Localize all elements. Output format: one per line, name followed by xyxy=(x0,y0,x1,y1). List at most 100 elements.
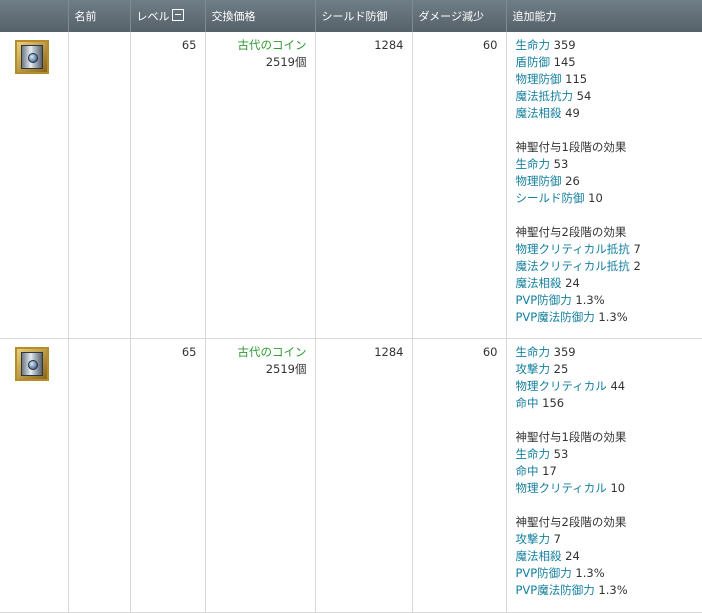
ability-name[interactable]: シールド防御 xyxy=(516,191,585,205)
ability-name[interactable]: 生命力 xyxy=(516,38,551,52)
header-extra-ability[interactable]: 追加能力 xyxy=(506,0,702,32)
shield-icon[interactable] xyxy=(15,40,49,74)
ability-value: 53 xyxy=(553,447,569,461)
shield-icon[interactable] xyxy=(15,347,49,381)
enchant-tier2-heading: 神聖付与2段階の効果 xyxy=(515,515,627,529)
ability-line: 魔法クリティカル抵抗 2 xyxy=(516,258,699,275)
damage-reduction-cell: 60 xyxy=(412,338,507,613)
abilities-cell: 生命力 359 攻撃力 25 物理クリティカル 44 命中 156 神聖付与1段… xyxy=(506,338,702,613)
ability-name[interactable]: PVP魔法防御力 xyxy=(516,310,595,324)
table-row: 65 古代のコイン 2519個 1284 60 生命力 359 盾防御 145 … xyxy=(0,32,702,339)
ability-line: PVP防御力 1.3% xyxy=(516,565,699,582)
name-cell xyxy=(68,338,131,613)
enchant-tier1-heading: 神聖付与1段階の効果 xyxy=(515,140,627,154)
ability-value: 156 xyxy=(542,396,565,410)
ability-line: 命中 17 xyxy=(516,463,699,480)
ability-name[interactable]: 物理防御 xyxy=(516,174,562,188)
ability-name[interactable]: 魔法相殺 xyxy=(516,106,562,120)
shield-defense-cell: 1284 xyxy=(315,338,413,613)
ability-value: 7 xyxy=(553,532,561,546)
ability-name[interactable]: 物理防御 xyxy=(516,72,562,86)
ability-line: 生命力 53 xyxy=(516,156,699,173)
ability-line: 物理防御 115 xyxy=(516,71,699,88)
ability-name[interactable]: 物理クリティカル xyxy=(516,481,607,495)
ability-name[interactable]: 物理クリティカル抵抗 xyxy=(516,242,630,256)
header-name[interactable]: 名前 xyxy=(68,0,131,32)
coin-link[interactable]: 古代のコイン xyxy=(214,344,307,361)
table-row: 65 古代のコイン 2519個 1284 60 生命力 359 攻撃力 25 物… xyxy=(0,338,702,613)
table-header: 名前 レベル 交換価格 シールド防御 ダメージ減少 追加能力 xyxy=(0,0,702,32)
ability-value: 10 xyxy=(610,481,626,495)
ability-name[interactable]: 魔法相殺 xyxy=(516,276,562,290)
ability-value: 26 xyxy=(565,174,580,188)
header-damage-reduction[interactable]: ダメージ減少 xyxy=(412,0,507,32)
ability-value: 7 xyxy=(633,242,641,256)
ability-name[interactable]: 攻撃力 xyxy=(516,362,551,376)
ability-name[interactable]: 魔法クリティカル抵抗 xyxy=(516,259,630,273)
ability-name[interactable]: 魔法抵抗力 xyxy=(516,89,574,103)
ability-name[interactable]: 魔法相殺 xyxy=(516,549,562,563)
ability-line: シールド防御 10 xyxy=(516,190,699,207)
enchant-tier1-heading: 神聖付与1段階の効果 xyxy=(515,430,627,444)
price-cell: 古代のコイン 2519個 xyxy=(205,338,316,613)
ability-line: 魔法抵抗力 54 xyxy=(516,88,699,105)
header-icon-col xyxy=(0,0,69,32)
coin-link[interactable]: 古代のコイン xyxy=(214,37,307,54)
ability-line: 生命力 53 xyxy=(516,446,699,463)
ability-name[interactable]: 生命力 xyxy=(516,345,551,359)
ability-value: 1.3% xyxy=(575,566,605,580)
icon-cell xyxy=(0,32,69,339)
ability-value: 10 xyxy=(588,191,603,205)
enchant-tier2-heading: 神聖付与2段階の効果 xyxy=(515,225,627,239)
ability-value: 53 xyxy=(553,157,569,171)
coin-quantity: 2519個 xyxy=(265,362,307,376)
price-cell: 古代のコイン 2519個 xyxy=(205,32,316,339)
ability-value: 1.3% xyxy=(575,293,605,307)
coin-quantity: 2519個 xyxy=(265,55,307,69)
ability-name[interactable]: 攻撃力 xyxy=(516,532,551,546)
ability-name[interactable]: 生命力 xyxy=(516,157,551,171)
level-cell: 65 xyxy=(130,32,206,339)
ability-value: 24 xyxy=(565,549,580,563)
ability-name[interactable]: PVP魔法防御力 xyxy=(516,583,595,597)
ability-line: 物理クリティカル 44 xyxy=(516,378,699,395)
ability-line: 物理クリティカル抵抗 7 xyxy=(516,241,699,258)
item-table: 名前 レベル 交換価格 シールド防御 ダメージ減少 追加能力 65 古代のコイン… xyxy=(0,0,702,613)
ability-line: 魔法相殺 24 xyxy=(516,275,699,292)
ability-name[interactable]: PVP防御力 xyxy=(516,293,572,307)
ability-name[interactable]: 盾防御 xyxy=(516,55,551,69)
ability-line: 物理防御 26 xyxy=(516,173,699,190)
name-cell xyxy=(68,32,131,339)
ability-line: 命中 156 xyxy=(516,395,699,412)
ability-value: 359 xyxy=(553,345,576,359)
ability-line: PVP防御力 1.3% xyxy=(516,292,699,309)
ability-line: 生命力 359 xyxy=(516,37,699,54)
ability-name[interactable]: 生命力 xyxy=(516,447,551,461)
header-price[interactable]: 交換価格 xyxy=(205,0,316,32)
ability-value: 24 xyxy=(565,276,580,290)
header-level-label: レベル xyxy=(136,10,170,23)
shield-defense-cell: 1284 xyxy=(315,32,413,339)
ability-name[interactable]: 命中 xyxy=(516,464,539,478)
ability-line: 盾防御 145 xyxy=(516,54,699,71)
ability-value: 17 xyxy=(542,464,557,478)
ability-line: 攻撃力 25 xyxy=(516,361,699,378)
ability-name[interactable]: 命中 xyxy=(516,396,539,410)
ability-name[interactable]: PVP防御力 xyxy=(516,566,572,580)
abilities-cell: 生命力 359 盾防御 145 物理防御 115 魔法抵抗力 54 魔法相殺 4… xyxy=(506,32,702,339)
ability-value: 44 xyxy=(610,379,626,393)
ability-value: 54 xyxy=(576,89,592,103)
level-cell: 65 xyxy=(130,338,206,613)
ability-name[interactable]: 物理クリティカル xyxy=(516,379,607,393)
header-level[interactable]: レベル xyxy=(130,0,206,32)
ability-value: 145 xyxy=(553,55,576,69)
collapse-toggle-icon[interactable] xyxy=(171,9,184,21)
ability-line: 攻撃力 7 xyxy=(516,531,699,548)
header-shield-defense[interactable]: シールド防御 xyxy=(315,0,413,32)
ability-value: 1.3% xyxy=(598,310,628,324)
ability-value: 49 xyxy=(565,106,580,120)
ability-line: 物理クリティカル 10 xyxy=(516,480,699,497)
